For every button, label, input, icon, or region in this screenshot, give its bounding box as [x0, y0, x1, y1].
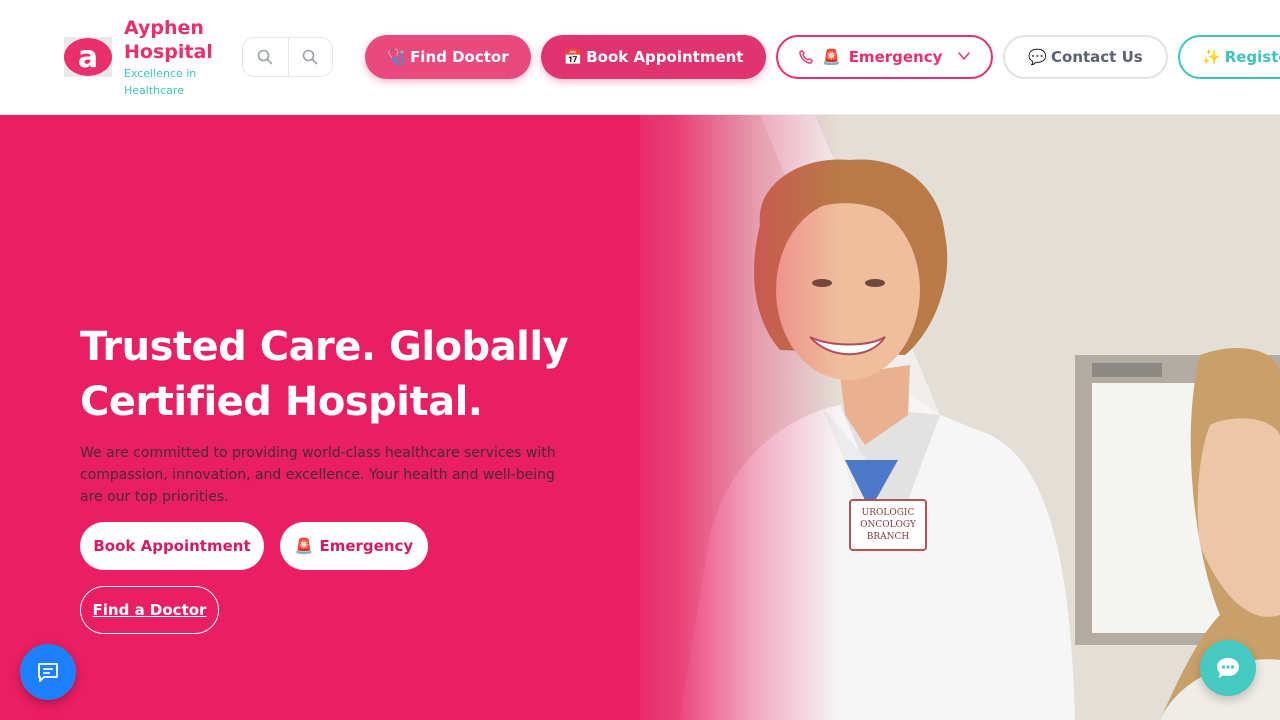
search-icon: [257, 49, 273, 65]
siren-icon: 🚨: [294, 537, 314, 555]
nav-book-appointment-label: Book Appointment: [586, 48, 744, 66]
chat-widget-button[interactable]: [20, 644, 76, 700]
search-group: [242, 37, 333, 77]
nav-register-button[interactable]: ✨ Registe: [1178, 35, 1280, 79]
nav-contact-button[interactable]: 💬 Contact Us: [1003, 35, 1168, 79]
sparkles-icon: ✨: [1202, 48, 1221, 66]
nav-contact-label: Contact Us: [1051, 48, 1143, 66]
nav-register-label: Registe: [1224, 48, 1280, 66]
hero-title: Trusted Care. Globally Certified Hospita…: [80, 324, 569, 425]
nav-find-doctor-label: Find Doctor: [410, 48, 509, 66]
hero-section: UROLOGIC ONCOLOGY BRANCH Trusted Care. G…: [0, 115, 1280, 720]
hero-description: We are committed to providing world-clas…: [80, 445, 556, 505]
speech-bubble-icon: 💬: [1028, 48, 1047, 66]
svg-text:ONCOLOGY: ONCOLOGY: [860, 520, 917, 530]
svg-text:BRANCH: BRANCH: [867, 532, 910, 542]
brand-name[interactable]: Ayphen Hospital: [124, 16, 234, 64]
nav-book-appointment-button[interactable]: 📅 Book Appointment: [541, 35, 766, 79]
chat-icon: [38, 663, 58, 682]
hero-book-appointment-button[interactable]: Book Appointment: [80, 522, 264, 570]
hero-book-appointment-label: Book Appointment: [93, 537, 251, 555]
doctor-badge: UROLOGIC ONCOLOGY BRANCH: [849, 499, 927, 551]
search-button[interactable]: [243, 38, 288, 76]
logo-icon[interactable]: a: [64, 37, 112, 77]
nav-emergency-dropdown[interactable]: 🚨 Emergency: [776, 35, 993, 79]
speech-bubble-icon: [1217, 658, 1239, 678]
messenger-widget-button[interactable]: [1200, 640, 1256, 696]
search-icon: [302, 49, 318, 65]
site-header: a Ayphen Hospital Excellence in Healthca…: [0, 0, 1280, 115]
hero-find-doctor-label: Find a Doctor: [92, 601, 207, 619]
brand-tagline: Excellence in Healthcare: [124, 67, 197, 97]
nav-emergency-label: Emergency: [848, 48, 943, 66]
svg-text:UROLOGIC: UROLOGIC: [862, 508, 915, 518]
svg-text:a: a: [78, 40, 98, 75]
phone-icon: [799, 49, 813, 64]
calendar-icon: 📅: [563, 48, 583, 66]
siren-icon: 🚨: [822, 48, 841, 66]
hero-find-doctor-link[interactable]: Find a Doctor: [80, 586, 219, 634]
hero-gradient-overlay: [600, 115, 840, 720]
hero-emergency-label: Emergency: [319, 537, 414, 555]
nav-find-doctor-button[interactable]: 🩺 Find Doctor: [365, 35, 531, 79]
hero-emergency-button[interactable]: 🚨 Emergency: [280, 522, 428, 570]
search-button-secondary[interactable]: [287, 38, 333, 76]
chevron-down-icon: [958, 52, 970, 60]
stethoscope-icon: 🩺: [387, 48, 407, 66]
